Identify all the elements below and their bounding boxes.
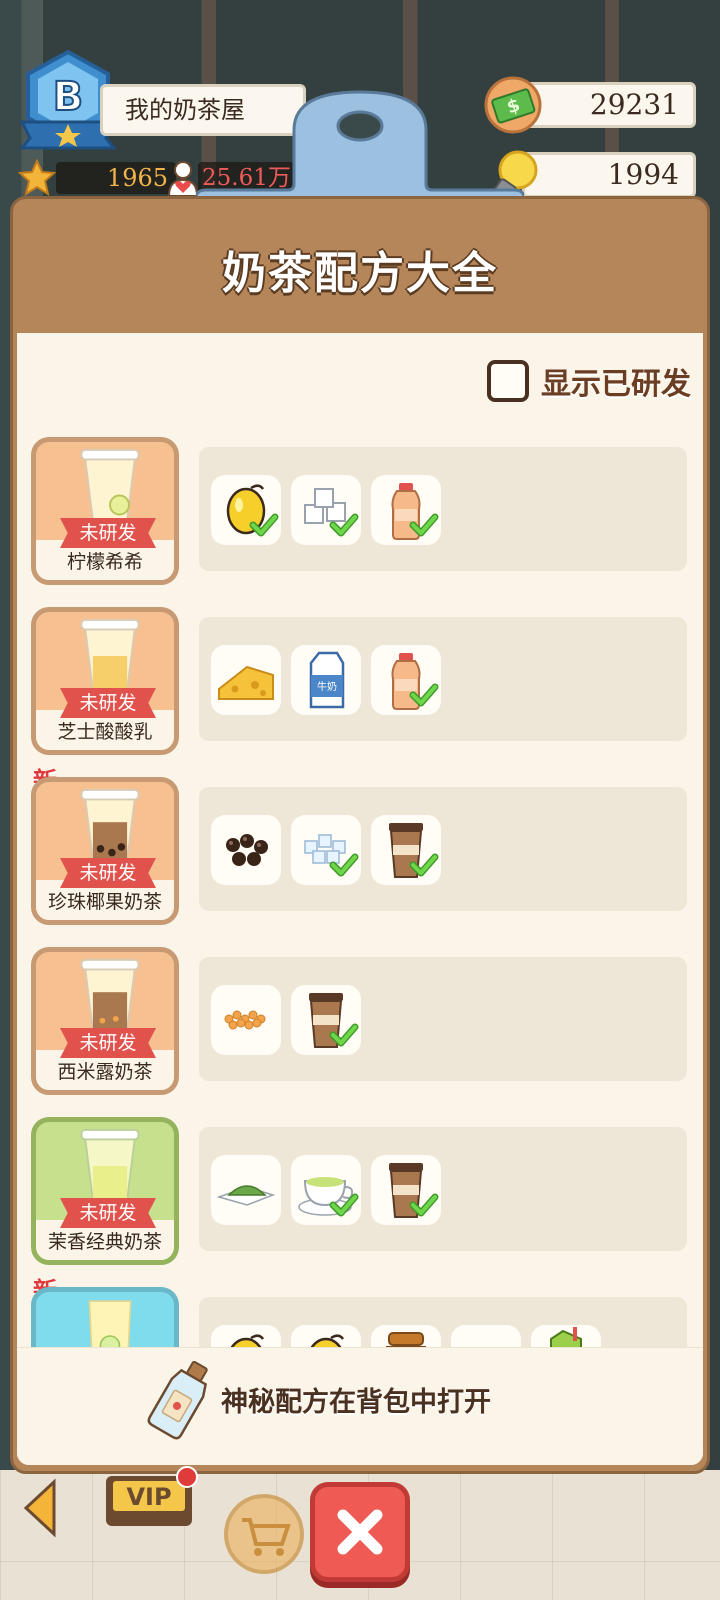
green-tea-cup-icon bbox=[451, 1325, 521, 1347]
recipe-card[interactable]: 未研发 芝士酸酸乳 bbox=[31, 607, 179, 755]
left-arrow-icon[interactable] bbox=[20, 1478, 60, 1538]
recipe-name: 西米露奶茶 bbox=[57, 1061, 153, 1083]
milk-tea-cup-icon bbox=[389, 1163, 439, 1218]
ingredient-tray bbox=[199, 787, 687, 911]
drink-cup-icon bbox=[80, 958, 140, 1032]
ingredient-slot[interactable] bbox=[211, 645, 281, 715]
show-developed-checkbox[interactable] bbox=[487, 360, 529, 402]
ingredient-tray bbox=[199, 447, 687, 571]
sugar-cubes-icon bbox=[304, 488, 359, 537]
ingredient-slot[interactable] bbox=[211, 475, 281, 545]
ingredient-slot[interactable] bbox=[211, 815, 281, 885]
idea-count[interactable]: 1994 bbox=[522, 152, 696, 198]
recipe-row[interactable]: 新 bbox=[17, 1277, 703, 1347]
tapioca-pearls-icon bbox=[226, 834, 268, 866]
recipe-row[interactable]: 未研发柠檬希希 bbox=[17, 437, 703, 587]
ingredient-slot[interactable] bbox=[291, 1325, 361, 1347]
ingredient-slot[interactable] bbox=[531, 1325, 601, 1347]
recipe-row[interactable]: 未研发 西米露奶茶 bbox=[17, 947, 703, 1097]
recipe-row[interactable]: 未研发芝士酸酸乳 牛奶 bbox=[17, 607, 703, 757]
close-icon bbox=[337, 1509, 383, 1555]
status-ribbon: 未研发 bbox=[60, 1198, 156, 1228]
footer-text: 神秘配方在背包中打开 bbox=[221, 1387, 491, 1418]
recipe-card[interactable]: 未研发珍珠椰果奶茶 bbox=[31, 777, 179, 925]
drink-cup-icon bbox=[80, 788, 140, 862]
lemon-icon bbox=[230, 1334, 265, 1347]
recipe-row[interactable]: 未研发茉香经典奶茶 bbox=[17, 1117, 703, 1267]
yogurt-bottle-icon bbox=[391, 653, 439, 710]
ingredient-slot[interactable] bbox=[291, 985, 361, 1055]
matcha-powder-icon bbox=[216, 1185, 276, 1206]
ingredient-slot[interactable] bbox=[371, 645, 441, 715]
recipe-card[interactable] bbox=[31, 1287, 179, 1347]
drink-cup-icon bbox=[80, 448, 140, 522]
yogurt-bottle-icon bbox=[391, 483, 439, 540]
lemon-icon bbox=[310, 1334, 345, 1347]
recipe-row[interactable]: 新未研发珍珠椰果奶茶 bbox=[17, 767, 703, 927]
recipe-list[interactable]: 未研发柠檬希希未研发芝士酸酸乳牛奶新未研发珍珠椰果奶茶未研发西米露奶茶未研发茉香… bbox=[17, 437, 703, 1347]
ingredient-slot[interactable] bbox=[291, 1155, 361, 1225]
status-ribbon: 未研发 bbox=[60, 688, 156, 718]
panel-header: 奶茶配方大全 bbox=[13, 199, 707, 333]
milk-tea-cup-icon bbox=[389, 823, 439, 878]
svg-text:牛奶: 牛奶 bbox=[317, 680, 337, 693]
coconut-jelly-icon bbox=[304, 834, 359, 877]
ingredient-slot[interactable] bbox=[451, 1325, 521, 1347]
cheese-icon bbox=[218, 665, 274, 700]
recipe-panel: 奶茶配方大全 显示已研发 未研发柠檬希希未研发芝士酸酸乳牛奶新未研发珍珠椰果奶茶… bbox=[10, 196, 710, 1474]
panel-body: 显示已研发 未研发柠檬希希未研发芝士酸酸乳牛奶新未研发珍珠椰果奶茶未研发西米露奶… bbox=[17, 333, 703, 1465]
milk-tea-cup-icon bbox=[309, 993, 359, 1048]
ingredient-slot[interactable] bbox=[211, 1155, 281, 1225]
recipe-name: 珍珠椰果奶茶 bbox=[47, 891, 162, 913]
status-ribbon: 未研发 bbox=[60, 1028, 156, 1058]
recipe-card[interactable]: 未研发柠檬希希 bbox=[31, 437, 179, 585]
ingredient-slot[interactable] bbox=[371, 475, 441, 545]
ingredient-slot[interactable] bbox=[211, 985, 281, 1055]
ingredient-slot[interactable] bbox=[371, 815, 441, 885]
ingredient-slot[interactable] bbox=[291, 475, 361, 545]
fan-heart-icon bbox=[167, 161, 199, 197]
rank-letter: B bbox=[53, 74, 84, 120]
money-count[interactable]: 29231 bbox=[522, 82, 696, 128]
milk-carton-icon: 牛奶 bbox=[309, 651, 345, 709]
shop-cart-icon[interactable] bbox=[222, 1492, 306, 1576]
juice-box-icon bbox=[550, 1327, 582, 1347]
drink-cup-icon bbox=[80, 1128, 140, 1202]
ingredient-tray bbox=[199, 1127, 687, 1251]
show-developed-label: 显示已研发 bbox=[541, 367, 691, 402]
footer-note: 神秘配方在背包中打开 bbox=[17, 1347, 703, 1465]
drink-cup-icon bbox=[80, 618, 140, 692]
ingredient-slot[interactable] bbox=[371, 1325, 441, 1347]
ingredient-tray bbox=[199, 1297, 687, 1347]
star-count: 1965 bbox=[56, 162, 176, 194]
close-button[interactable] bbox=[310, 1482, 410, 1582]
green-tea-cup-icon bbox=[298, 1177, 359, 1217]
ingredient-slot[interactable] bbox=[371, 1155, 441, 1225]
ingredient-slot[interactable] bbox=[211, 1325, 281, 1347]
honey-jar-icon bbox=[385, 1332, 427, 1347]
ingredient-tray: 牛奶 bbox=[199, 617, 687, 741]
recipe-name: 柠檬希希 bbox=[66, 551, 143, 573]
show-developed-toggle[interactable]: 显示已研发 bbox=[487, 359, 691, 403]
recipe-card[interactable]: 未研发茉香经典奶茶 bbox=[31, 1117, 179, 1265]
notification-dot bbox=[176, 1466, 198, 1488]
ingredient-tray bbox=[199, 957, 687, 1081]
recipe-name: 茉香经典奶茶 bbox=[47, 1231, 162, 1253]
status-ribbon: 未研发 bbox=[60, 518, 156, 548]
message-bottle-icon bbox=[147, 1360, 208, 1440]
sago-icon bbox=[224, 1010, 266, 1030]
status-ribbon: 未研发 bbox=[60, 858, 156, 888]
drink-cup-icon bbox=[88, 1300, 132, 1347]
vip-label: VIP bbox=[126, 1483, 171, 1511]
lemon-icon bbox=[226, 484, 279, 537]
star-icon bbox=[18, 159, 56, 197]
ingredient-slot[interactable]: 牛奶 bbox=[291, 645, 361, 715]
recipe-card[interactable]: 未研发 西米露奶茶 bbox=[31, 947, 179, 1095]
panel-title: 奶茶配方大全 bbox=[222, 248, 498, 299]
ingredient-slot[interactable] bbox=[291, 815, 361, 885]
recipe-name: 芝士酸酸乳 bbox=[57, 721, 153, 743]
